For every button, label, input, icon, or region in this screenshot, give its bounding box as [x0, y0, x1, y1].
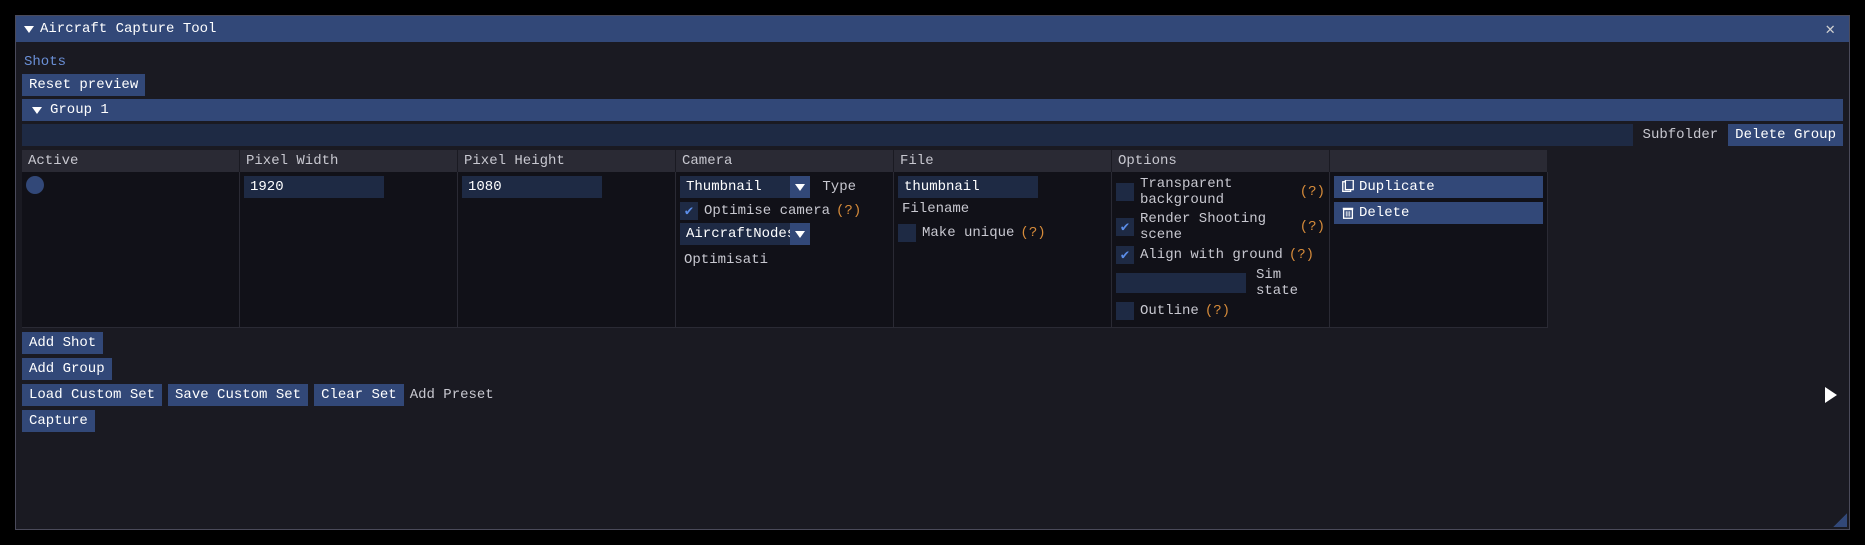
sim-state-label: Sim state — [1256, 267, 1325, 299]
transparent-bg-help[interactable]: (?) — [1300, 184, 1325, 200]
camera-type-dropdown[interactable]: Thumbnail — [680, 176, 810, 198]
collapse-icon[interactable] — [24, 26, 34, 33]
cell-options: Transparent background (?) ✔ Render Shoo… — [1112, 172, 1330, 328]
col-actions — [1330, 150, 1548, 172]
transparent-bg-checkbox[interactable] — [1116, 183, 1134, 201]
capture-button[interactable]: Capture — [22, 410, 95, 432]
camera-type-value: Thumbnail — [680, 176, 790, 198]
add-group-button[interactable]: Add Group — [22, 358, 112, 380]
align-ground-label: Align with ground — [1140, 247, 1283, 263]
camera-optim-value: AircraftNodes — [680, 223, 790, 245]
tool-window: Aircraft Capture Tool ✕ Shots Reset prev… — [15, 15, 1850, 530]
chevron-down-icon[interactable] — [790, 223, 810, 245]
chevron-down-icon[interactable] — [790, 176, 810, 198]
col-pixel-height: Pixel Height — [458, 150, 676, 172]
shots-section-label: Shots — [22, 50, 1843, 74]
copy-icon — [1341, 180, 1355, 194]
add-shot-button[interactable]: Add Shot — [22, 332, 103, 354]
window-title: Aircraft Capture Tool — [40, 21, 216, 37]
filename-input[interactable] — [898, 176, 1038, 198]
optimise-camera-checkbox[interactable]: ✔ — [680, 202, 698, 220]
cell-active — [22, 172, 240, 328]
render-shoot-help[interactable]: (?) — [1300, 219, 1325, 235]
subfolder-label: Subfolder — [1637, 124, 1725, 146]
group-subrow: Subfolder Delete Group — [22, 124, 1843, 146]
cell-pixel-height — [458, 172, 676, 328]
optimise-camera-help[interactable]: (?) — [836, 203, 861, 219]
resize-grip[interactable] — [1833, 513, 1847, 527]
make-unique-label: Make unique — [922, 225, 1014, 241]
shots-table: Active Pixel Width Pixel Height Camera F… — [22, 150, 1843, 328]
col-file: File — [894, 150, 1112, 172]
camera-type-label: Type — [818, 176, 860, 198]
col-active: Active — [22, 150, 240, 172]
save-custom-set-button[interactable]: Save Custom Set — [168, 384, 308, 406]
content-area: Shots Reset preview Group 1 Subfolder De… — [16, 42, 1849, 440]
outline-label: Outline — [1140, 303, 1199, 319]
make-unique-checkbox[interactable] — [898, 224, 916, 242]
transparent-bg-label: Transparent background — [1140, 176, 1294, 208]
align-ground-checkbox[interactable]: ✔ — [1116, 246, 1134, 264]
active-toggle[interactable] — [26, 176, 44, 194]
camera-optim-dropdown[interactable]: AircraftNodes — [680, 223, 810, 245]
trash-icon — [1341, 206, 1355, 220]
col-options: Options — [1112, 150, 1330, 172]
load-custom-set-button[interactable]: Load Custom Set — [22, 384, 162, 406]
delete-group-button[interactable]: Delete Group — [1728, 124, 1843, 146]
reset-preview-button[interactable]: Reset preview — [22, 74, 145, 96]
group-collapse-icon[interactable] — [32, 107, 42, 114]
col-pixel-width: Pixel Width — [240, 150, 458, 172]
pixel-width-input[interactable] — [244, 176, 384, 198]
cell-file: Filename Make unique (?) — [894, 172, 1112, 328]
cell-pixel-width — [240, 172, 458, 328]
cell-actions: Duplicate Delete — [1330, 172, 1548, 328]
outline-checkbox[interactable] — [1116, 302, 1134, 320]
filename-label: Filename — [898, 198, 973, 220]
duplicate-button[interactable]: Duplicate — [1334, 176, 1543, 198]
delete-button[interactable]: Delete — [1334, 202, 1543, 224]
sim-state-input[interactable] — [1116, 273, 1246, 293]
col-camera: Camera — [676, 150, 894, 172]
cell-camera: Thumbnail Type ✔ Optimise camera (?) Air… — [676, 172, 894, 328]
close-icon[interactable]: ✕ — [1819, 19, 1841, 39]
clear-set-button[interactable]: Clear Set — [314, 384, 404, 406]
render-shoot-checkbox[interactable]: ✔ — [1116, 218, 1134, 236]
titlebar: Aircraft Capture Tool ✕ — [16, 16, 1849, 42]
camera-optim-label: Optimisati — [680, 249, 772, 271]
play-icon[interactable] — [1825, 387, 1837, 403]
pixel-height-input[interactable] — [462, 176, 602, 198]
group-name: Group 1 — [50, 102, 109, 118]
group-header[interactable]: Group 1 — [22, 99, 1843, 121]
add-preset-label: Add Preset — [410, 387, 494, 403]
delete-label: Delete — [1359, 205, 1409, 221]
optimise-camera-label: Optimise camera — [704, 203, 830, 219]
outline-help[interactable]: (?) — [1205, 303, 1230, 319]
duplicate-label: Duplicate — [1359, 179, 1435, 195]
subfolder-input[interactable] — [22, 124, 1633, 146]
align-ground-help[interactable]: (?) — [1289, 247, 1314, 263]
make-unique-help[interactable]: (?) — [1020, 225, 1045, 241]
render-shoot-label: Render Shooting scene — [1140, 211, 1294, 243]
